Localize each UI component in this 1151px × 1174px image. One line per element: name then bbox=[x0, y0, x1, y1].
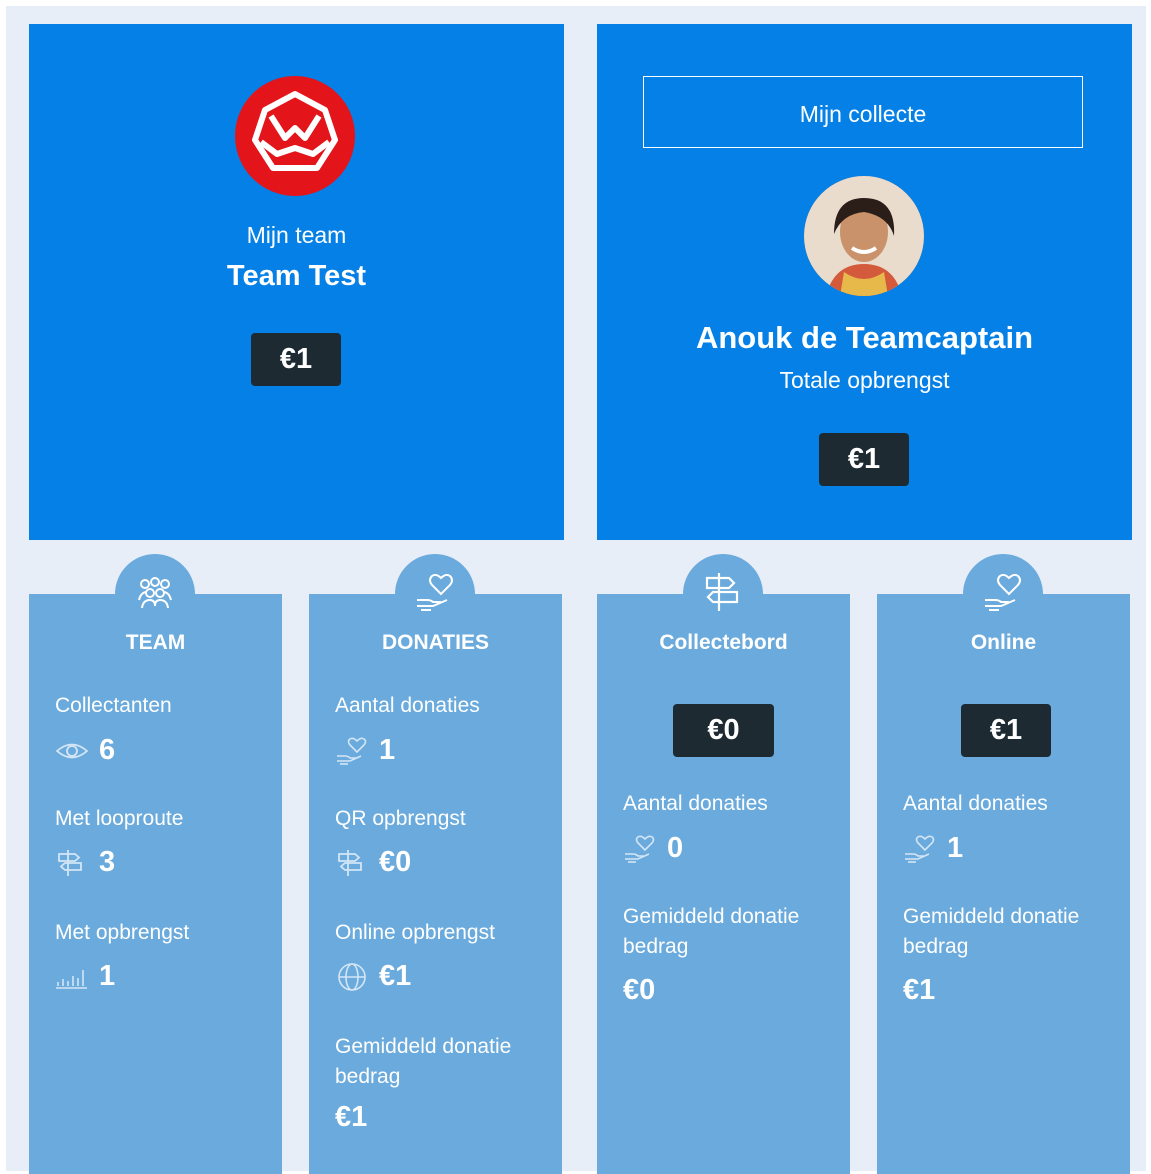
stat-value: 3 bbox=[99, 846, 116, 878]
donations-stats-card: DONATIES Aantal donaties 1 QR opbrengst … bbox=[309, 554, 562, 1174]
stat-value: €1 bbox=[335, 1101, 368, 1133]
bar-chart-icon bbox=[56, 969, 87, 989]
my-team-panel: Mijn team Team Test €1 bbox=[29, 24, 564, 540]
card-title: TEAM bbox=[125, 631, 186, 654]
team-logo-icon bbox=[252, 91, 338, 171]
captain-name: Anouk de Teamcaptain bbox=[695, 320, 1034, 355]
stat-label: bedrag bbox=[903, 935, 969, 958]
collection-board-card: Collectebord €0 Aantal donaties 0 Gemidd… bbox=[597, 554, 850, 1174]
captain-avatar bbox=[804, 176, 924, 296]
team-name: Team Test bbox=[226, 260, 367, 292]
stat-value: 1 bbox=[947, 832, 964, 864]
card-tab bbox=[395, 554, 475, 634]
stat-row: €1 bbox=[335, 960, 411, 993]
stat-label: Aantal donaties bbox=[903, 792, 1048, 815]
hand-heart-icon bbox=[417, 573, 453, 611]
stat-row: 6 bbox=[55, 734, 115, 767]
stat-value: €0 bbox=[379, 846, 412, 878]
my-collection-button[interactable]: Mijn collecte bbox=[643, 76, 1083, 148]
team-stats-card: TEAM Collectanten 6 Met looproute 3 Met … bbox=[29, 554, 282, 1174]
card-tab bbox=[963, 554, 1043, 634]
hand-heart-icon bbox=[905, 835, 935, 863]
avatar-portrait-icon bbox=[804, 176, 924, 296]
stat-row: 3 bbox=[55, 846, 115, 879]
stat-label: QR opbrengst bbox=[335, 807, 466, 830]
eye-icon bbox=[55, 743, 89, 758]
captain-amount-badge: €1 bbox=[819, 433, 909, 486]
stat-value: 1 bbox=[379, 734, 396, 766]
stat-row: 1 bbox=[55, 960, 115, 993]
online-amount-badge: €1 bbox=[961, 704, 1051, 757]
stat-value: €0 bbox=[623, 974, 656, 1006]
stat-label: Met opbrengst bbox=[55, 921, 190, 944]
stat-label: Gemiddeld donatie bbox=[335, 1035, 512, 1058]
stat-value: €1 bbox=[903, 974, 936, 1006]
stat-value: 0 bbox=[667, 832, 684, 864]
team-amount-badge: €1 bbox=[251, 333, 341, 386]
stat-label: Online opbrengst bbox=[335, 921, 495, 944]
stat-label: Met looproute bbox=[55, 807, 184, 830]
signpost-icon bbox=[58, 849, 82, 876]
card-tab bbox=[683, 554, 763, 634]
collection-board-amount-badge: €0 bbox=[673, 704, 774, 757]
people-group-icon bbox=[138, 577, 172, 609]
globe-icon bbox=[338, 962, 366, 991]
team-label: Mijn team bbox=[246, 222, 347, 248]
hand-heart-icon bbox=[625, 835, 655, 863]
team-logo bbox=[235, 76, 355, 196]
stat-label: Aantal donaties bbox=[623, 792, 768, 815]
card-title: DONATIES bbox=[382, 631, 489, 654]
stat-value: 1 bbox=[99, 960, 116, 992]
captain-total-label: Totale opbrengst bbox=[779, 367, 950, 393]
my-collection-panel: Mijn collecte Anouk de Teamcaptain Total… bbox=[597, 24, 1132, 540]
stat-value: 6 bbox=[99, 734, 116, 766]
stat-label: Collectanten bbox=[55, 694, 172, 717]
online-card: Online €1 Aantal donaties 1 Gemiddeld do… bbox=[877, 554, 1130, 1174]
stat-row: 1 bbox=[335, 734, 395, 767]
hand-heart-icon bbox=[337, 737, 367, 765]
stat-row: 0 bbox=[623, 832, 683, 865]
signpost-icon bbox=[338, 849, 362, 876]
stat-row: 1 bbox=[903, 832, 963, 865]
card-title: Online bbox=[970, 631, 1037, 654]
stat-label: Aantal donaties bbox=[335, 694, 480, 717]
card-title: Collectebord bbox=[659, 631, 788, 654]
stat-label: bedrag bbox=[335, 1065, 401, 1088]
stat-row: €0 bbox=[335, 846, 411, 879]
signpost-icon bbox=[705, 573, 739, 611]
stat-label: bedrag bbox=[623, 935, 689, 958]
stat-label: Gemiddeld donatie bbox=[903, 905, 1080, 928]
stat-label: Gemiddeld donatie bbox=[623, 905, 800, 928]
hand-heart-icon bbox=[985, 573, 1021, 611]
stat-value: €1 bbox=[379, 960, 412, 992]
card-tab bbox=[115, 554, 195, 634]
